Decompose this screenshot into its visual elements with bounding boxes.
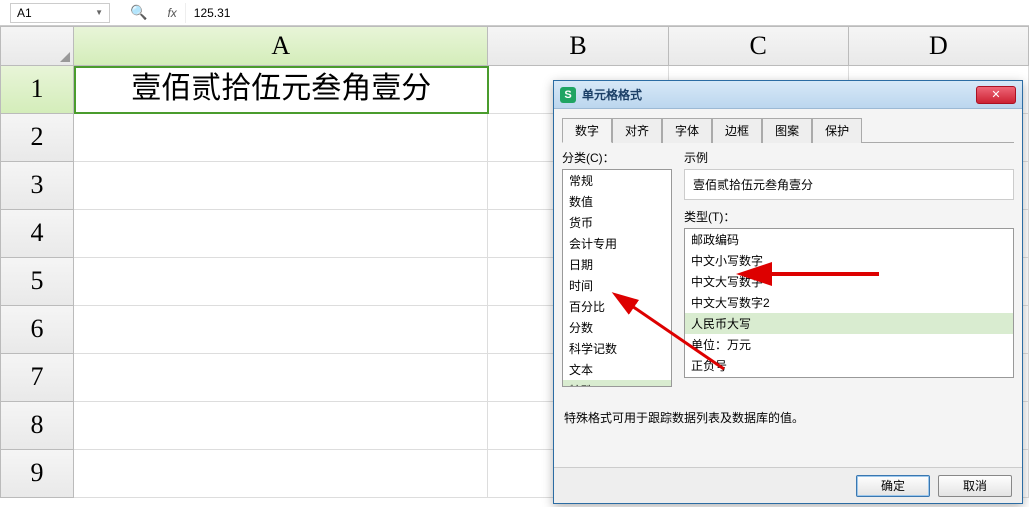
cell-reference: A1	[17, 6, 32, 20]
cell-A4[interactable]	[74, 210, 488, 258]
cell-A3[interactable]	[74, 162, 488, 210]
category-item[interactable]: 会计专用	[563, 233, 671, 254]
example-label: 示例	[684, 149, 1014, 166]
cell-format-dialog: S 单元格格式 ✕ 数字 对齐 字体 边框 图案 保护 分类(C)： 常规 数值…	[553, 80, 1023, 504]
dialog-tabs: 数字 对齐 字体 边框 图案 保护	[562, 117, 1014, 143]
row-header-6[interactable]: 6	[0, 306, 74, 354]
cell-A1[interactable]: 壹佰贰拾伍元叁角壹分	[74, 66, 489, 114]
tab-border[interactable]: 边框	[712, 118, 762, 143]
example-box: 壹佰贰拾伍元叁角壹分	[684, 169, 1014, 200]
cell-A2[interactable]	[74, 114, 488, 162]
name-box[interactable]: A1 ▼	[10, 3, 110, 23]
app-logo-icon: S	[560, 87, 576, 103]
format-hint: 特殊格式可用于跟踪数据列表及数据库的值。	[562, 409, 1014, 426]
column-headers: A B C D	[0, 26, 1029, 66]
cell-A9[interactable]	[74, 450, 488, 498]
type-item[interactable]: 正负号	[685, 355, 1013, 376]
type-item[interactable]: 单位：万元	[685, 334, 1013, 355]
dialog-titlebar[interactable]: S 单元格格式 ✕	[554, 81, 1022, 109]
formula-input[interactable]	[185, 3, 1029, 23]
category-item[interactable]: 日期	[563, 254, 671, 275]
cell-A7[interactable]	[74, 354, 488, 402]
category-item[interactable]: 货币	[563, 212, 671, 233]
cell-A5[interactable]	[74, 258, 488, 306]
type-label: 类型(T)：	[684, 208, 1014, 225]
annotation-arrow-icon	[614, 289, 734, 382]
close-button[interactable]: ✕	[976, 86, 1016, 104]
cell-A6[interactable]	[74, 306, 488, 354]
cell-A8[interactable]	[74, 402, 488, 450]
type-item-rmb[interactable]: 人民币大写	[685, 313, 1013, 334]
row-header-5[interactable]: 5	[0, 258, 74, 306]
dialog-title: 单元格格式	[582, 86, 976, 103]
row-header-2[interactable]: 2	[0, 114, 74, 162]
tab-align[interactable]: 对齐	[612, 118, 662, 143]
tab-font[interactable]: 字体	[662, 118, 712, 143]
fx-label[interactable]: fx	[167, 6, 176, 20]
example-value: 壹佰贰拾伍元叁角壹分	[693, 178, 813, 192]
category-label: 分类(C)：	[562, 149, 672, 166]
dialog-body: 数字 对齐 字体 边框 图案 保护 分类(C)： 常规 数值 货币 会计专用 日…	[554, 109, 1022, 467]
dialog-button-bar: 确定 取消	[554, 467, 1022, 503]
col-header-A[interactable]: A	[74, 26, 488, 66]
row-header-1[interactable]: 1	[0, 66, 74, 114]
row-header-4[interactable]: 4	[0, 210, 74, 258]
category-item[interactable]: 常规	[563, 170, 671, 191]
formula-bar: A1 ▼ 🔍 fx	[0, 0, 1029, 26]
col-header-D[interactable]: D	[849, 26, 1029, 66]
row-header-8[interactable]: 8	[0, 402, 74, 450]
tab-pattern[interactable]: 图案	[762, 118, 812, 143]
name-box-dropdown-icon[interactable]: ▼	[95, 8, 103, 17]
row-header-3[interactable]: 3	[0, 162, 74, 210]
ok-button[interactable]: 确定	[856, 475, 930, 497]
tab-number[interactable]: 数字	[562, 118, 612, 143]
row-header-7[interactable]: 7	[0, 354, 74, 402]
type-item[interactable]: 中文大写数字2	[685, 292, 1013, 313]
category-item[interactable]: 数值	[563, 191, 671, 212]
tab-protect[interactable]: 保护	[812, 118, 862, 143]
select-all-corner[interactable]	[0, 26, 74, 66]
cancel-button[interactable]: 取消	[938, 475, 1012, 497]
col-header-B[interactable]: B	[488, 26, 668, 66]
col-header-C[interactable]: C	[669, 26, 849, 66]
row-header-9[interactable]: 9	[0, 450, 74, 498]
type-item[interactable]: 邮政编码	[685, 229, 1013, 250]
zoom-icon[interactable]: 🔍	[130, 4, 147, 21]
annotation-arrow-icon	[754, 259, 884, 292]
